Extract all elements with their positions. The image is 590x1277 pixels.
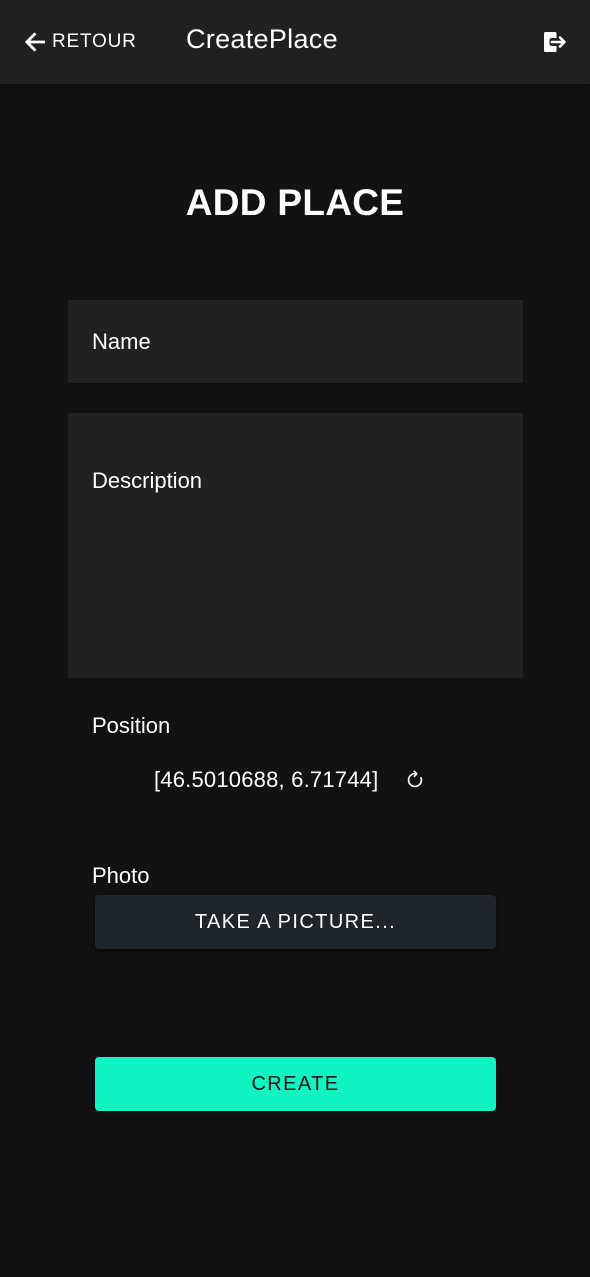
create-button[interactable]: CREATE [95, 1057, 496, 1111]
logout-button[interactable] [540, 28, 570, 56]
arrow-left-icon [22, 29, 48, 55]
take-picture-button[interactable]: TAKE A PICTURE... [95, 895, 496, 949]
position-row: [46.5010688, 6.71744] [154, 765, 426, 795]
description-input[interactable] [68, 413, 523, 678]
position-value: [46.5010688, 6.71744] [154, 767, 379, 792]
app-title: CreatePlace [186, 24, 338, 54]
logout-icon [540, 28, 570, 56]
refresh-icon[interactable] [404, 769, 426, 791]
top-app-bar: RETOUR CreatePlace [0, 0, 590, 84]
photo-label: Photo [92, 863, 150, 888]
name-input[interactable] [68, 300, 523, 383]
page-title: ADD PLACE [185, 182, 405, 223]
back-label: RETOUR [52, 31, 137, 52]
back-button[interactable]: RETOUR [22, 26, 137, 58]
app-root: RETOUR CreatePlace ADD PLACE Position [4… [0, 0, 590, 1277]
position-label: Position [92, 713, 171, 738]
